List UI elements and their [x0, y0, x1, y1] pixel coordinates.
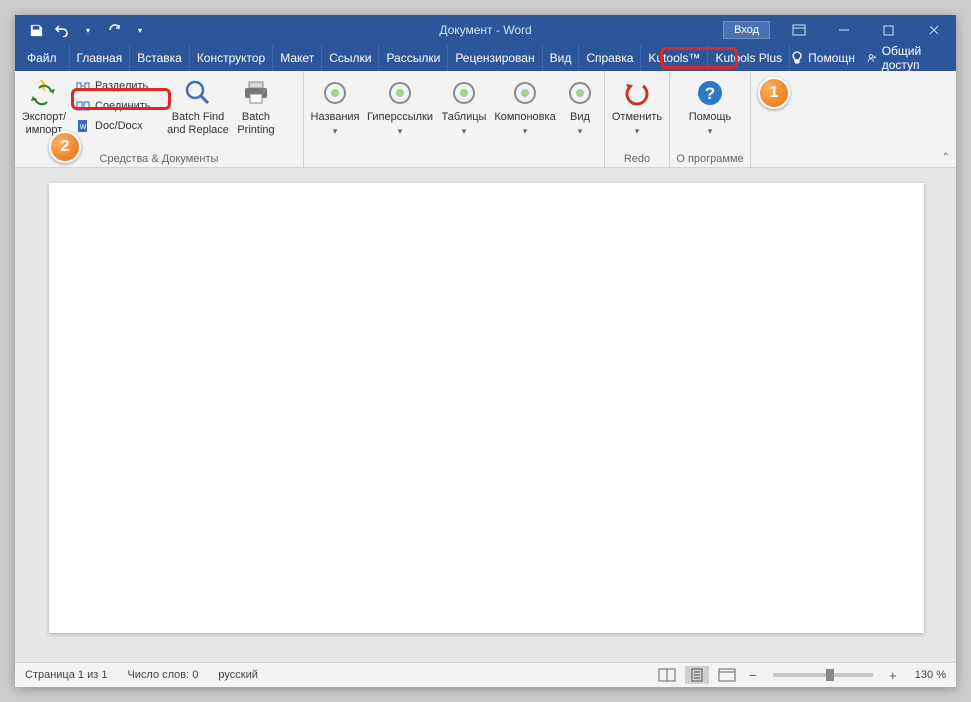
tab-layout[interactable]: Макет: [273, 45, 322, 71]
workspace: [15, 168, 956, 662]
batch-printing-button[interactable]: Batch Printing: [231, 73, 281, 137]
help-label: Помощь: [689, 111, 732, 124]
tab-view[interactable]: Вид: [543, 45, 580, 71]
export-import-icon: [28, 77, 60, 109]
svg-text:?: ?: [705, 84, 715, 103]
undo-last-button[interactable]: Отменить ▾: [609, 73, 665, 138]
zoom-slider[interactable]: [773, 673, 873, 677]
title-controls: Вход: [723, 15, 956, 45]
tab-review[interactable]: Рецензирован: [448, 45, 542, 71]
layout-label: Компоновка: [494, 111, 555, 124]
tables-label: Таблицы: [442, 111, 487, 124]
hyperlinks-button[interactable]: Гиперссылки ▾: [362, 73, 438, 138]
merge-icon: [75, 98, 91, 114]
radio-circle-icon: [448, 77, 480, 109]
merge-button[interactable]: Соединить: [71, 97, 163, 115]
batch-printing-label: Batch Printing: [237, 111, 274, 137]
chevron-down-icon: ▾: [635, 125, 640, 138]
undo-last-label: Отменить: [612, 111, 662, 124]
group-redo-label: Redo: [609, 153, 665, 167]
printer-icon: [240, 77, 272, 109]
annotation-badge-1: 1: [758, 77, 790, 109]
captions-label: Названия: [311, 111, 360, 124]
ribbon-tabs: Файл Главная Вставка Конструктор Макет С…: [15, 45, 956, 71]
tell-me-label: Помощн: [808, 51, 855, 65]
print-layout-icon[interactable]: [685, 666, 709, 684]
tab-file[interactable]: Файл: [15, 45, 70, 71]
app-window: ▾ ▾ Документ - Word Вход Файл Главна: [15, 15, 956, 687]
svg-text:W: W: [80, 124, 87, 131]
status-words[interactable]: Число слов: 0: [127, 669, 198, 681]
search-icon: [182, 77, 214, 109]
radio-circle-icon: [564, 77, 596, 109]
read-mode-icon[interactable]: [655, 666, 679, 684]
maximize-icon[interactable]: [866, 15, 911, 45]
merge-label: Соединить: [95, 100, 151, 112]
doc-docx-icon: W: [75, 118, 91, 134]
tab-design[interactable]: Конструктор: [190, 45, 273, 71]
tab-home[interactable]: Главная: [70, 45, 131, 71]
tab-help[interactable]: Справка: [579, 45, 641, 71]
help-icon: ?: [694, 77, 726, 109]
zoom-out-button[interactable]: −: [745, 668, 761, 683]
radio-circle-icon: [384, 77, 416, 109]
save-icon[interactable]: [27, 21, 45, 39]
quick-access-toolbar: ▾ ▾: [15, 21, 149, 39]
minimize-icon[interactable]: [821, 15, 866, 45]
split-button[interactable]: Разделить: [71, 77, 163, 95]
view-button[interactable]: Вид ▾: [560, 73, 600, 138]
annotation-badge-2: 2: [49, 131, 81, 163]
zoom-value[interactable]: 130 %: [915, 669, 946, 681]
chevron-down-icon: ▾: [523, 125, 528, 138]
undo-dropdown-icon[interactable]: ▾: [79, 21, 97, 39]
zoom-thumb[interactable]: [826, 669, 834, 681]
redo-icon[interactable]: [105, 21, 123, 39]
export-import-button[interactable]: Экспорт/ импорт: [19, 73, 69, 137]
doc-docx-label: Doc/Docx: [95, 120, 143, 132]
tab-kutools[interactable]: Kutools™: [641, 45, 708, 71]
batch-find-replace-button[interactable]: Batch Find and Replace: [165, 73, 231, 137]
qat-customize-icon[interactable]: ▾: [131, 21, 149, 39]
group-about-label: О программе: [674, 153, 746, 167]
split-icon: [75, 78, 91, 94]
doc-docx-button[interactable]: W Doc/Docx: [71, 117, 163, 135]
chevron-down-icon: ▾: [578, 125, 583, 138]
tab-mailings[interactable]: Рассылки: [379, 45, 448, 71]
tab-insert[interactable]: Вставка: [130, 45, 190, 71]
undo-icon[interactable]: [53, 21, 71, 39]
ribbon-options-icon[interactable]: [776, 15, 821, 45]
share-label: Общий доступ: [882, 44, 944, 72]
batch-find-label: Batch Find and Replace: [167, 111, 229, 137]
chevron-down-icon: ▾: [708, 125, 713, 138]
tell-me-button[interactable]: Помощн: [790, 51, 855, 65]
collapse-ribbon-icon[interactable]: ⌃: [942, 152, 950, 163]
close-icon[interactable]: [911, 15, 956, 45]
group-empty-label: [308, 153, 600, 167]
captions-button[interactable]: Названия ▾: [308, 73, 362, 138]
status-page[interactable]: Страница 1 из 1: [25, 669, 107, 681]
tab-references[interactable]: Ссылки: [322, 45, 379, 71]
undo-large-icon: [621, 77, 653, 109]
document-page[interactable]: [49, 183, 924, 633]
hyperlinks-label: Гиперссылки: [367, 111, 433, 124]
titlebar: ▾ ▾ Документ - Word Вход: [15, 15, 956, 45]
radio-circle-icon: [319, 77, 351, 109]
tables-button[interactable]: Таблицы ▾: [438, 73, 490, 138]
share-button[interactable]: Общий доступ: [867, 44, 944, 72]
tab-kutools-plus[interactable]: Kutools Plus: [708, 45, 790, 71]
view-label: Вид: [570, 111, 590, 124]
ribbon: Экспорт/ импорт Разделить Соединить: [15, 71, 956, 168]
radio-circle-icon: [509, 77, 541, 109]
zoom-in-button[interactable]: +: [885, 668, 901, 683]
chevron-down-icon: ▾: [398, 125, 403, 138]
web-layout-icon[interactable]: [715, 666, 739, 684]
split-label: Разделить: [95, 80, 148, 92]
help-button[interactable]: ? Помощь ▾: [674, 73, 746, 138]
status-language[interactable]: русский: [218, 669, 257, 681]
login-button[interactable]: Вход: [723, 21, 770, 39]
chevron-down-icon: ▾: [333, 125, 338, 138]
statusbar: Страница 1 из 1 Число слов: 0 русский − …: [15, 662, 956, 687]
layout-button[interactable]: Компоновка ▾: [490, 73, 560, 138]
chevron-down-icon: ▾: [462, 125, 467, 138]
